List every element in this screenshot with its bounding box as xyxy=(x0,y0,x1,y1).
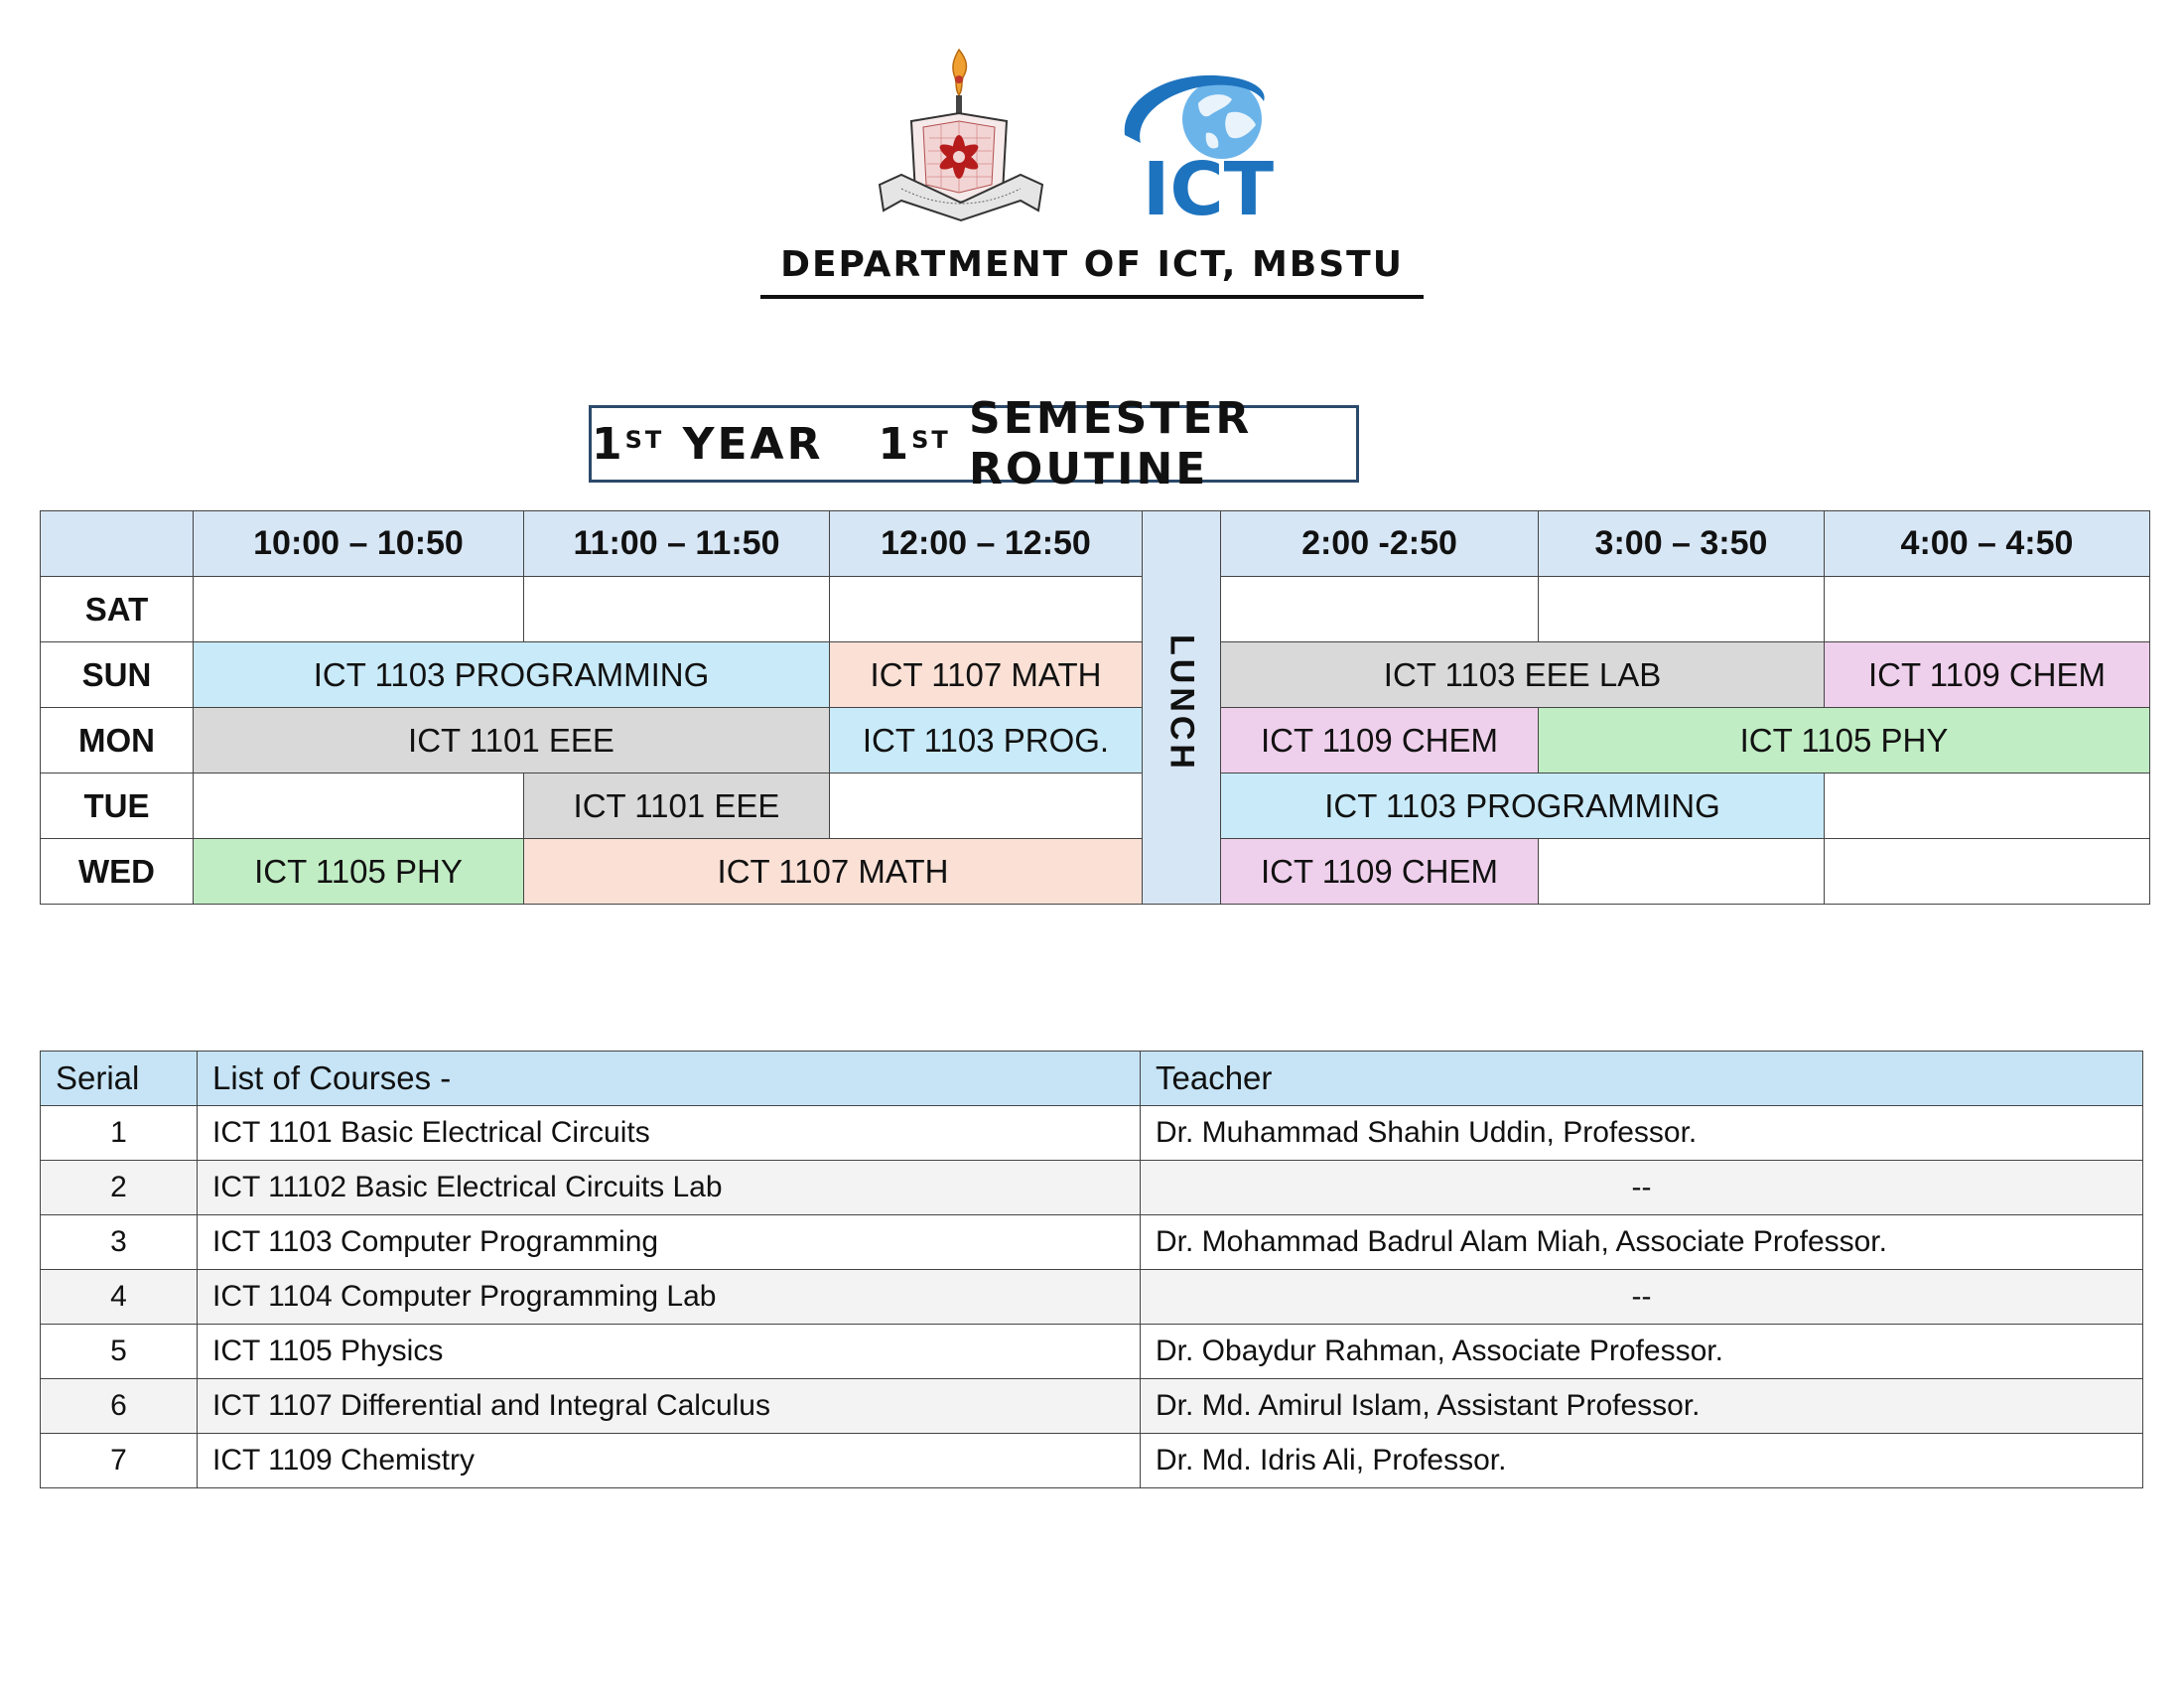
day-label: MON xyxy=(40,707,194,774)
logo-row: ICT xyxy=(0,44,2184,222)
courses-header-row: Serial List of Courses - Teacher xyxy=(40,1051,2143,1106)
serial-cell: 1 xyxy=(40,1105,198,1161)
class-slot: ICT 1103 PROGRAMMING xyxy=(193,641,830,708)
serial-header: Serial xyxy=(40,1051,198,1106)
course-cell: ICT 1105 Physics xyxy=(197,1324,1141,1379)
course-cell: ICT 11102 Basic Electrical Circuits Lab xyxy=(197,1160,1141,1215)
time-slot-header: 2:00 -2:50 xyxy=(1220,510,1539,577)
course-cell: ICT 1101 Basic Electrical Circuits xyxy=(197,1105,1141,1161)
empty-slot xyxy=(523,576,830,642)
year-word: YEAR xyxy=(682,418,824,470)
class-slot: ICT 1105 PHY xyxy=(193,838,524,905)
table-row: 5 ICT 1105 Physics Dr. Obaydur Rahman, A… xyxy=(40,1324,2143,1379)
corner-cell xyxy=(40,510,194,577)
year-superscript: ST xyxy=(624,426,665,454)
teacher-cell: Dr. Obaydur Rahman, Associate Professor. xyxy=(1140,1324,2143,1379)
time-slot-header: 10:00 – 10:50 xyxy=(193,510,524,577)
serial-cell: 6 xyxy=(40,1378,198,1434)
class-slot: ICT 1109 CHEM xyxy=(1220,838,1539,905)
routine-row-tue: TUE ICT 1101 EEE ICT 1103 PROGRAMMING xyxy=(40,773,2150,839)
svg-text:ICT: ICT xyxy=(1143,147,1275,222)
empty-slot xyxy=(1220,576,1539,642)
course-cell: ICT 1103 Computer Programming xyxy=(197,1214,1141,1270)
department-title-text: DEPARTMENT OF ICT, MBSTU xyxy=(760,244,1424,299)
teacher-cell: Dr. Muhammad Shahin Uddin, Professor. xyxy=(1140,1105,2143,1161)
semester-superscript: ST xyxy=(911,426,951,454)
day-label: WED xyxy=(40,838,194,905)
table-row: 2 ICT 11102 Basic Electrical Circuits La… xyxy=(40,1160,2143,1215)
semester-number: 1 xyxy=(878,418,912,470)
empty-slot xyxy=(193,576,524,642)
course-cell: ICT 1104 Computer Programming Lab xyxy=(197,1269,1141,1325)
teacher-header: Teacher xyxy=(1140,1051,2143,1106)
courses-table: Serial List of Courses - Teacher 1 ICT 1… xyxy=(40,1051,2143,1488)
class-slot: ICT 1107 MATH xyxy=(523,838,1143,905)
teacher-cell: Dr. Md. Amirul Islam, Assistant Professo… xyxy=(1140,1378,2143,1434)
university-seal-icon xyxy=(878,48,1044,222)
routine-title: 1 ST YEAR 1 ST SEMESTER ROUTINE xyxy=(589,393,1359,494)
serial-cell: 3 xyxy=(40,1214,198,1270)
table-row: 7 ICT 1109 Chemistry Dr. Md. Idris Ali, … xyxy=(40,1433,2143,1488)
table-row: 1 ICT 1101 Basic Electrical Circuits Dr.… xyxy=(40,1105,2143,1161)
class-slot: ICT 1103 EEE LAB xyxy=(1220,641,1825,708)
teacher-cell: -- xyxy=(1140,1160,2143,1215)
class-slot: ICT 1103 PROGRAMMING xyxy=(1220,773,1825,839)
time-slot-header: 4:00 – 4:50 xyxy=(1824,510,2150,577)
serial-cell: 2 xyxy=(40,1160,198,1215)
serial-cell: 4 xyxy=(40,1269,198,1325)
routine-row-sat: SAT xyxy=(40,576,2150,642)
time-slot-header: 3:00 – 3:50 xyxy=(1538,510,1825,577)
lunch-label: LUNCH xyxy=(1162,633,1201,773)
serial-cell: 7 xyxy=(40,1433,198,1488)
empty-slot xyxy=(829,773,1143,839)
table-row: 4 ICT 1104 Computer Programming Lab -- xyxy=(40,1269,2143,1325)
table-row: 3 ICT 1103 Computer Programming Dr. Moha… xyxy=(40,1214,2143,1270)
routine-header-row: 10:00 – 10:50 11:00 – 11:50 12:00 – 12:5… xyxy=(40,510,2150,905)
day-label: TUE xyxy=(40,773,194,839)
teacher-cell: Dr. Mohammad Badrul Alam Miah, Associate… xyxy=(1140,1214,2143,1270)
routine-row-wed: WED ICT 1105 PHY ICT 1107 MATH ICT 1109 … xyxy=(40,838,2150,905)
class-slot: ICT 1109 CHEM xyxy=(1824,641,2150,708)
ict-globe-icon: ICT xyxy=(1124,74,1275,222)
time-slot-header: 11:00 – 11:50 xyxy=(523,510,830,577)
class-slot: ICT 1105 PHY xyxy=(1538,707,2150,774)
department-title: DEPARTMENT OF ICT, MBSTU xyxy=(0,244,2184,299)
day-label: SAT xyxy=(40,576,194,642)
empty-slot xyxy=(1538,838,1825,905)
empty-slot xyxy=(1824,838,2150,905)
class-slot: ICT 1101 EEE xyxy=(193,707,830,774)
teacher-cell: Dr. Md. Idris Ali, Professor. xyxy=(1140,1433,2143,1488)
class-slot: ICT 1109 CHEM xyxy=(1220,707,1539,774)
routine-row-sun: SUN ICT 1103 PROGRAMMING ICT 1107 MATH I… xyxy=(40,641,2150,708)
time-slot-header: 12:00 – 12:50 xyxy=(829,510,1143,577)
routine-table: 10:00 – 10:50 11:00 – 11:50 12:00 – 12:5… xyxy=(40,510,2150,905)
empty-slot xyxy=(1538,576,1825,642)
class-slot: ICT 1103 PROG. xyxy=(829,707,1143,774)
day-label: SUN xyxy=(40,641,194,708)
course-header: List of Courses - xyxy=(197,1051,1141,1106)
serial-cell: 5 xyxy=(40,1324,198,1379)
lunch-column: LUNCH xyxy=(1142,510,1221,905)
class-slot: ICT 1101 EEE xyxy=(523,773,830,839)
empty-slot xyxy=(1824,773,2150,839)
empty-slot xyxy=(1824,576,2150,642)
teacher-cell: -- xyxy=(1140,1269,2143,1325)
course-cell: ICT 1109 Chemistry xyxy=(197,1433,1141,1488)
semester-word: SEMESTER ROUTINE xyxy=(969,393,1253,494)
course-cell: ICT 1107 Differential and Integral Calcu… xyxy=(197,1378,1141,1434)
year-number: 1 xyxy=(592,418,625,470)
table-row: 6 ICT 1107 Differential and Integral Cal… xyxy=(40,1378,2143,1434)
empty-slot xyxy=(193,773,524,839)
routine-row-mon: MON ICT 1101 EEE ICT 1103 PROG. ICT 1109… xyxy=(40,707,2150,774)
empty-slot xyxy=(829,576,1143,642)
class-slot: ICT 1107 MATH xyxy=(829,641,1143,708)
